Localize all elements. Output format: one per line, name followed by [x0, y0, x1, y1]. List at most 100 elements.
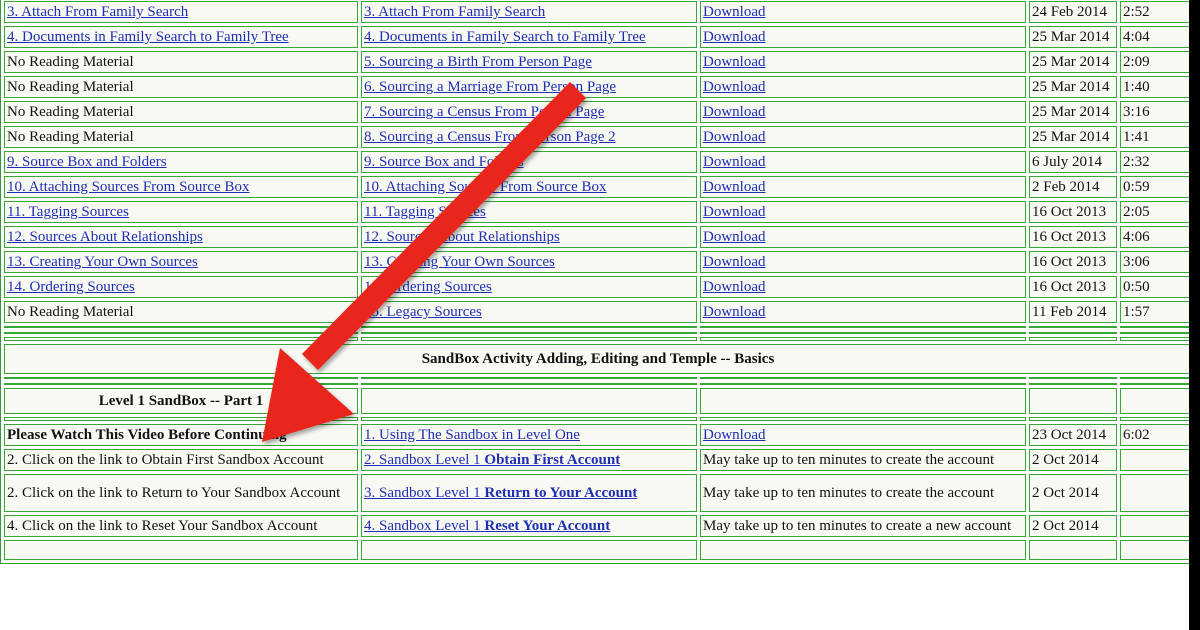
download-link[interactable]: Download — [703, 279, 766, 295]
spacer-cell — [4, 377, 358, 385]
spacer-cell — [1029, 417, 1117, 421]
reading-link[interactable]: 9. Source Box and Folders — [7, 154, 167, 170]
duration-cell: 2:09 — [1120, 51, 1192, 73]
sandbox-link-text: 1. Using The Sandbox in Level One — [364, 427, 580, 443]
duration-text: 2:32 — [1123, 154, 1150, 170]
lessons-table: 3. Attach From Family Search 3. Attach Fr… — [0, 0, 1196, 564]
video-link[interactable]: 5. Sourcing a Birth From Person Page — [364, 54, 592, 70]
download-link[interactable]: Download — [703, 229, 766, 245]
sandbox-link[interactable]: 1. Using The Sandbox in Level One — [364, 427, 580, 443]
download-link[interactable]: Download — [703, 129, 766, 145]
duration-text: 3:06 — [1123, 254, 1150, 270]
video-link[interactable]: 6. Sourcing a Marriage From Person Page — [364, 79, 616, 95]
video-link[interactable]: 13. Creating Your Own Sources — [364, 254, 555, 270]
video-cell: 12. Sources About Relationships — [361, 226, 697, 248]
table-row: 11. Tagging Sources 11. Tagging Sources Do… — [4, 201, 1192, 223]
video-link[interactable]: 15. Legacy Sources — [364, 304, 482, 320]
note-cell: May take up to ten minutes to create the… — [700, 449, 1026, 471]
duration-cell — [1120, 474, 1192, 512]
instruction-text: Please Watch This Video Before Continuin… — [7, 427, 287, 443]
download-cell: Download — [700, 276, 1026, 298]
date-cell: 2 Feb 2014 — [1029, 176, 1117, 198]
section-row: SandBox Activity Adding, Editing and Tem… — [4, 344, 1192, 374]
reading-link[interactable]: 14. Ordering Sources — [7, 279, 135, 295]
download-cell: Download — [700, 424, 1026, 446]
reading-link[interactable]: 12. Sources About Relationships — [7, 229, 203, 245]
table-row: No Reading Material 7. Sourcing a Census … — [4, 101, 1192, 123]
video-link[interactable]: 14. Ordering Sources — [364, 279, 492, 295]
sandbox-link[interactable]: 2. Sandbox Level 1 Obtain First Account — [364, 452, 620, 468]
date-cell: 16 Oct 2013 — [1029, 226, 1117, 248]
video-link[interactable]: 9. Source Box and Folders — [364, 154, 524, 170]
video-cell: 14. Ordering Sources — [361, 276, 697, 298]
video-cell: 6. Sourcing a Marriage From Person Page — [361, 76, 697, 98]
video-cell: 4. Documents in Family Search to Family … — [361, 26, 697, 48]
video-link[interactable]: 4. Documents in Family Search to Family … — [364, 29, 646, 45]
date-cell: 16 Oct 2013 — [1029, 201, 1117, 223]
duration-cell: 2:05 — [1120, 201, 1192, 223]
video-link[interactable]: 7. Sourcing a Census From Person Page — [364, 104, 604, 120]
table-row: 14. Ordering Sources 14. Ordering Sources… — [4, 276, 1192, 298]
video-link[interactable]: 11. Tagging Sources — [364, 204, 486, 220]
reading-link[interactable]: 13. Creating Your Own Sources — [7, 254, 198, 270]
download-link[interactable]: Download — [703, 104, 766, 120]
download-link[interactable]: Download — [703, 54, 766, 70]
instruction-text: 2. Click on the link to Obtain First San… — [7, 452, 324, 468]
date-text: 2 Oct 2014 — [1032, 518, 1099, 534]
video-link[interactable]: 10. Attaching Sources From Source Box — [364, 179, 606, 195]
reading-link[interactable]: 10. Attaching Sources From Source Box — [7, 179, 249, 195]
duration-cell: 2:32 — [1120, 151, 1192, 173]
download-link[interactable]: Download — [703, 304, 766, 320]
date-cell: 25 Mar 2014 — [1029, 101, 1117, 123]
reading-link[interactable]: 11. Tagging Sources — [7, 204, 129, 220]
sandbox-link[interactable]: 3. Sandbox Level 1 Return to Your Accoun… — [364, 485, 637, 501]
reading-cell: No Reading Material — [4, 126, 358, 148]
download-cell: Download — [700, 251, 1026, 273]
reading-cell: No Reading Material — [4, 51, 358, 73]
sandbox-link-action: Obtain First Account — [484, 452, 621, 468]
download-cell: Download — [700, 201, 1026, 223]
download-link[interactable]: Download — [703, 179, 766, 195]
reading-text: No Reading Material — [7, 304, 134, 320]
video-cell: 15. Legacy Sources — [361, 301, 697, 323]
duration-text: 6:02 — [1123, 427, 1150, 443]
date-text: 11 Feb 2014 — [1032, 304, 1107, 320]
download-link[interactable]: Download — [703, 154, 766, 170]
video-link[interactable]: 12. Sources About Relationships — [364, 229, 560, 245]
download-cell: Download — [700, 151, 1026, 173]
download-link[interactable]: Download — [703, 4, 766, 20]
download-cell: Download — [700, 126, 1026, 148]
note-text: May take up to ten minutes to create a n… — [703, 518, 1012, 534]
reading-link[interactable]: 4. Documents in Family Search to Family … — [7, 29, 289, 45]
sandbox-row: 2. Click on the link to Return to Your S… — [4, 474, 1192, 512]
duration-text: 1:57 — [1123, 304, 1150, 320]
date-text: 16 Oct 2013 — [1032, 229, 1107, 245]
sandbox-link[interactable]: 4. Sandbox Level 1 Reset Your Account — [364, 518, 610, 534]
reading-link[interactable]: 3. Attach From Family Search — [7, 4, 188, 20]
reading-cell: No Reading Material — [4, 76, 358, 98]
video-link[interactable]: 8. Sourcing a Census From Person Page 2 — [364, 129, 616, 145]
download-link[interactable]: Download — [703, 204, 766, 220]
download-link[interactable]: Download — [703, 29, 766, 45]
sandbox-link-cell: 1. Using The Sandbox in Level One — [361, 424, 697, 446]
date-text: 25 Mar 2014 — [1032, 79, 1110, 95]
date-cell: 2 Oct 2014 — [1029, 449, 1117, 471]
duration-text: 1:41 — [1123, 129, 1150, 145]
spacer-cell — [361, 417, 697, 421]
reading-cell: 11. Tagging Sources — [4, 201, 358, 223]
date-text: 25 Mar 2014 — [1032, 29, 1110, 45]
spacer-cell — [361, 337, 697, 341]
instruction-cell: 2. Click on the link to Obtain First San… — [4, 449, 358, 471]
spacer-row — [4, 337, 1192, 341]
download-link[interactable]: Download — [703, 254, 766, 270]
section-divider — [4, 377, 1192, 385]
spacer-cell — [4, 326, 358, 334]
download-link[interactable]: Download — [703, 79, 766, 95]
instruction-cell: Please Watch This Video Before Continuin… — [4, 424, 358, 446]
reading-cell: 4. Documents in Family Search to Family … — [4, 26, 358, 48]
date-cell: 25 Mar 2014 — [1029, 76, 1117, 98]
video-link[interactable]: 3. Attach From Family Search — [364, 4, 545, 20]
download-cell: Download — [700, 1, 1026, 23]
date-cell: 16 Oct 2013 — [1029, 251, 1117, 273]
download-link[interactable]: Download — [703, 427, 766, 443]
